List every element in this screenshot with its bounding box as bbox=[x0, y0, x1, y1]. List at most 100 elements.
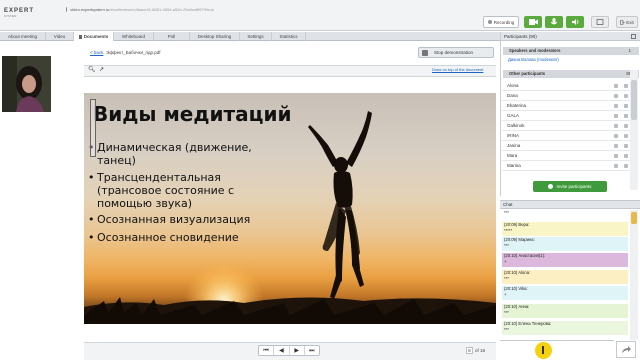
participant-media-icons bbox=[614, 124, 628, 128]
participant-media-icons bbox=[614, 134, 628, 138]
participant-name: Marina bbox=[507, 163, 521, 168]
chat-message: (20:10) Alona: *** bbox=[502, 270, 628, 284]
participant-name: Dana bbox=[507, 93, 518, 98]
speaker-video[interactable] bbox=[2, 56, 51, 112]
tab-documents[interactable]: Documents bbox=[74, 32, 114, 41]
stop-demonstration-button[interactable]: Stop demonstration bbox=[418, 47, 494, 58]
exit-label: Exit bbox=[626, 19, 634, 25]
bullet-2-line-3: помощью звука) bbox=[97, 197, 193, 210]
fullscreen-button[interactable] bbox=[591, 16, 609, 28]
draw-on-document-link[interactable]: Draw on top of the document bbox=[432, 67, 483, 72]
tab-statistics[interactable]: Statistics bbox=[272, 32, 306, 41]
chat-message-body: *** bbox=[504, 276, 509, 281]
chat-message: (20:10) Анна: *** bbox=[502, 304, 628, 318]
participants-scrollbar[interactable] bbox=[630, 70, 638, 190]
stop-icon bbox=[422, 49, 428, 56]
previous-page-button[interactable]: ◀ bbox=[274, 346, 290, 355]
chat-scrollbar[interactable] bbox=[630, 210, 638, 340]
camera-icon bbox=[529, 19, 538, 25]
expand-panel-icon[interactable] bbox=[631, 34, 636, 39]
camera-icon bbox=[624, 154, 628, 158]
bullet-4-line-1: Осознанное сновидение bbox=[97, 231, 239, 244]
participant-row[interactable]: IRINA bbox=[502, 131, 630, 141]
tab-settings[interactable]: Settings bbox=[240, 32, 272, 41]
microphone-icon bbox=[550, 18, 558, 25]
chat-header: Chat bbox=[500, 200, 640, 209]
participant-media-icons bbox=[614, 84, 628, 88]
chat-message-body: + bbox=[504, 259, 507, 264]
zoom-icon[interactable]: 🔍︎ bbox=[88, 67, 96, 74]
last-page-button[interactable]: ⏭ bbox=[305, 346, 319, 355]
participant-media-icons bbox=[614, 94, 628, 98]
camera-icon bbox=[624, 134, 628, 138]
participant-row[interactable]: Galkinok bbox=[502, 121, 630, 131]
tab-poll[interactable]: Poll bbox=[154, 32, 190, 41]
tab-desktop-sharing[interactable]: Desktop Sharing bbox=[190, 32, 240, 41]
tab-whiteboard[interactable]: Whiteboard bbox=[114, 32, 154, 41]
address-bar[interactable]: video.expertsystem.ru/#conference/c4bace… bbox=[66, 4, 214, 14]
participant-row[interactable]: Ekaterina bbox=[502, 101, 630, 111]
camera-button[interactable] bbox=[524, 16, 542, 28]
participant-media-icons bbox=[614, 164, 628, 168]
first-page-button[interactable]: ⏮ bbox=[259, 346, 275, 355]
participant-row[interactable]: GALA bbox=[502, 111, 630, 121]
invite-participants-label: Invite participants bbox=[556, 184, 592, 189]
presentation-slide: Виды медитаций Динамическая (движение, т… bbox=[84, 93, 496, 324]
others-group-header[interactable]: Other participants 89 bbox=[503, 70, 639, 78]
mouse-cursor-highlight bbox=[535, 342, 552, 359]
text-cursor-icon bbox=[542, 346, 544, 354]
send-message-button[interactable] bbox=[616, 341, 636, 358]
mic-icon bbox=[614, 94, 618, 98]
bullet-1-line-2: танец) bbox=[97, 154, 136, 167]
text-cursor-handle[interactable] bbox=[90, 99, 96, 157]
bullet-2-line-1: Трансцендентальная bbox=[97, 171, 221, 184]
participant-row[interactable]: Mara bbox=[502, 151, 630, 161]
chat-message: (20:10) Анастасия(1): + bbox=[502, 253, 628, 267]
mic-icon bbox=[614, 124, 618, 128]
chat-message-body: *** bbox=[504, 327, 509, 332]
moderator-name[interactable]: Диана Валова (moderator) bbox=[508, 57, 559, 62]
speakers-group-label: Speakers and moderators bbox=[509, 48, 561, 53]
chat-message-body: *** bbox=[504, 243, 509, 248]
scrollbar-thumb[interactable] bbox=[631, 80, 637, 120]
tab-about-meeting[interactable]: About meeting bbox=[0, 32, 46, 41]
record-icon bbox=[487, 20, 492, 24]
participant-name: Alona bbox=[507, 83, 519, 88]
expert-system-logo: EXPERT SYSTEM bbox=[4, 8, 34, 22]
camera-icon bbox=[624, 124, 628, 128]
chat-message: (20:09) Вера: ***** bbox=[502, 222, 628, 236]
participant-row[interactable]: Marina bbox=[502, 161, 630, 171]
participant-row[interactable]: Alona bbox=[502, 81, 630, 91]
chat-message: (20:10) Vika: + bbox=[502, 286, 628, 300]
fullscreen-icon bbox=[596, 19, 604, 25]
participant-name: Galkinok bbox=[507, 123, 525, 128]
pointer-tool-icon[interactable]: ↗ bbox=[98, 67, 105, 74]
microphone-button[interactable] bbox=[545, 16, 563, 28]
participant-row[interactable]: Dana bbox=[502, 91, 630, 101]
camera-icon bbox=[624, 94, 628, 98]
slide-bullet-3: Осознанная визуализация bbox=[88, 213, 250, 226]
page-indicator: 6 of 18 bbox=[466, 347, 485, 354]
speakers-group-header[interactable]: Speakers and moderators 1 bbox=[503, 47, 639, 55]
tab-video[interactable]: Video bbox=[46, 32, 74, 41]
current-page-input[interactable]: 6 bbox=[466, 347, 473, 354]
recording-button[interactable]: Recording bbox=[483, 16, 519, 28]
page-navigation: ⏮ ◀ ▶ ⏭ bbox=[258, 345, 320, 356]
chat-input[interactable] bbox=[500, 340, 614, 360]
participant-row[interactable]: Janina bbox=[502, 141, 630, 151]
next-page-button[interactable]: ▶ bbox=[290, 346, 305, 355]
exit-button[interactable]: Exit bbox=[616, 16, 638, 28]
speaker-button[interactable] bbox=[566, 16, 584, 28]
scrollbar-thumb[interactable] bbox=[631, 212, 637, 224]
back-link[interactable]: < back bbox=[90, 50, 103, 55]
chat-message-body: ***** bbox=[504, 228, 513, 233]
participant-media-icons bbox=[614, 104, 628, 108]
slide-bullet-2: Трансцендентальная (трансовое состояние … bbox=[88, 171, 234, 210]
recording-label: Recording bbox=[493, 19, 515, 25]
camera-icon bbox=[624, 104, 628, 108]
tab-bar: About meeting Video Documents Whiteboard… bbox=[0, 32, 500, 41]
participant-media-icons bbox=[614, 144, 628, 148]
bullet-1-line-1: Динамическая (движение, bbox=[97, 141, 252, 154]
invite-participants-button[interactable]: Invite participants bbox=[533, 181, 607, 192]
mic-icon bbox=[614, 154, 618, 158]
